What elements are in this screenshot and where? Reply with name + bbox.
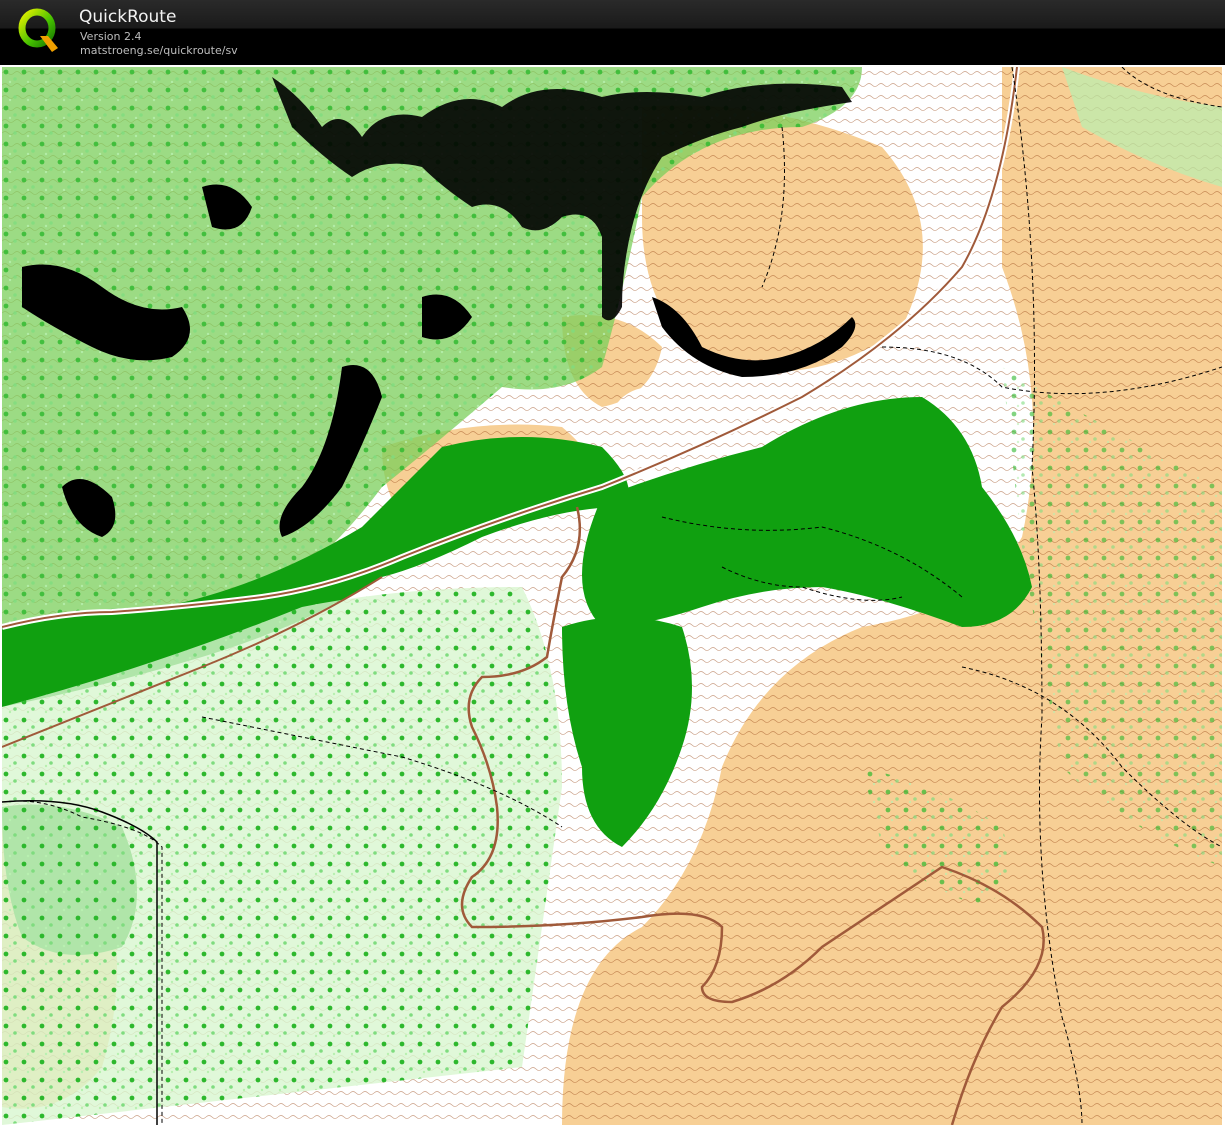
app-title: QuickRoute <box>79 7 177 27</box>
app-version: Version 2.4 <box>80 30 142 43</box>
app-url[interactable]: matstroeng.se/quickroute/sv <box>80 44 238 57</box>
map-canvas[interactable] <box>2 67 1222 1125</box>
app-header: QuickRoute Version 2.4 matstroeng.se/qui… <box>0 0 1225 65</box>
quickroute-logo-icon <box>18 8 58 52</box>
orienteering-map[interactable] <box>2 67 1222 1125</box>
